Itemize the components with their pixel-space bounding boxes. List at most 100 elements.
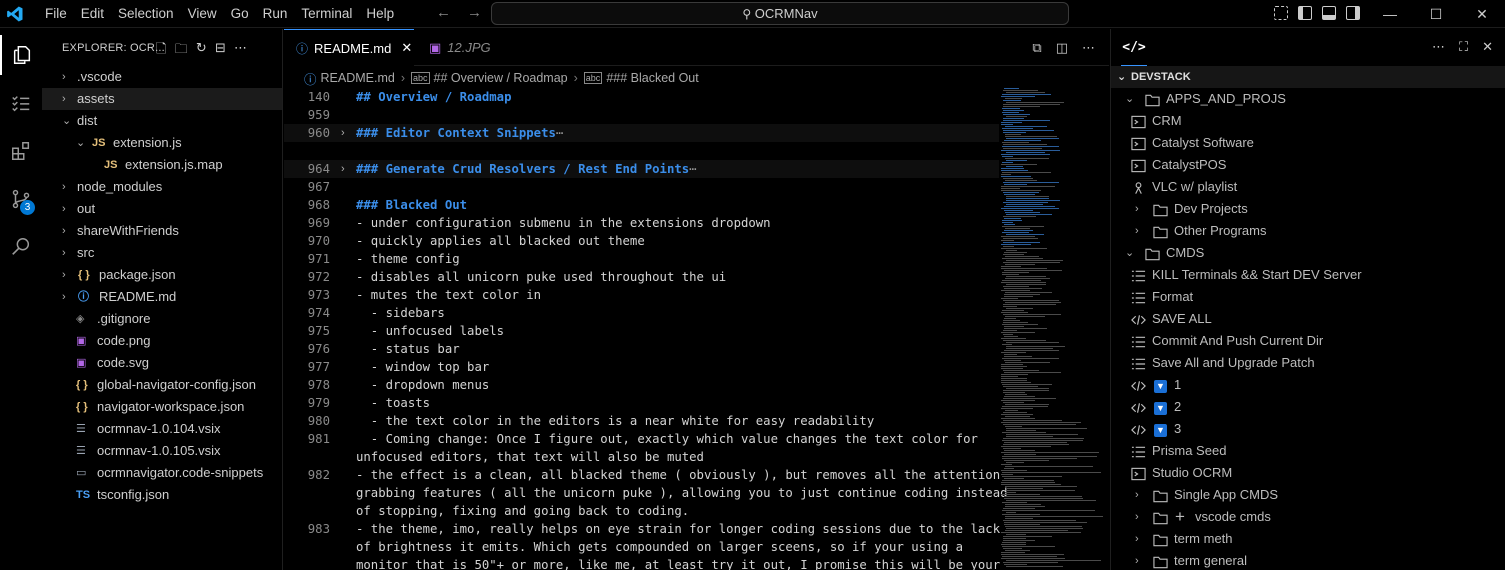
- tree-item[interactable]: › node_modules: [42, 176, 282, 198]
- extensions-activity[interactable]: [0, 131, 42, 171]
- devstack-item[interactable]: ⌄ APPS_AND_PROJS: [1111, 88, 1505, 110]
- minimap-line: [1001, 380, 1027, 381]
- maximize-button[interactable]: ☐: [1413, 0, 1459, 28]
- open-preview-icon[interactable]: ⧉: [1032, 40, 1041, 56]
- menu-view[interactable]: View: [181, 0, 224, 28]
- source-control-activity[interactable]: 3: [0, 179, 42, 219]
- tree-item[interactable]: ⌄ dist: [42, 110, 282, 132]
- tree-item[interactable]: ▣ code.svg: [42, 352, 282, 374]
- toggle-panel-icon[interactable]: [1322, 6, 1336, 20]
- checkbox-icon[interactable]: ▼: [1154, 378, 1167, 393]
- breadcrumb-item[interactable]: ### Blacked Out: [606, 71, 698, 85]
- line-text: unfocused editors, that text will also b…: [356, 450, 704, 464]
- devstack-item[interactable]: › Dev Projects: [1111, 198, 1505, 220]
- checkbox-icon[interactable]: ▼: [1154, 422, 1167, 437]
- tree-item-label: navigator-workspace.json: [97, 399, 245, 414]
- folded-ellipsis-icon[interactable]: ⋯: [556, 126, 563, 140]
- devstack-item[interactable]: Prisma Seed: [1111, 440, 1505, 462]
- minimap-line: [1003, 370, 1039, 371]
- split-editor-icon[interactable]: ◫: [1056, 40, 1068, 56]
- more-actions-icon[interactable]: ⋯: [1432, 39, 1445, 55]
- code-line: 980 - the text color in the editors is a…: [284, 412, 999, 430]
- tree-item[interactable]: ⌄ JS extension.js: [42, 132, 282, 154]
- devstack-section-header[interactable]: ⌄ DEVSTACK: [1111, 66, 1505, 88]
- menu-selection[interactable]: Selection: [111, 0, 181, 28]
- devstack-item[interactable]: CRM: [1111, 110, 1505, 132]
- line-number: 964: [307, 162, 330, 176]
- back-arrow-icon[interactable]: ←: [436, 4, 451, 21]
- tab-image[interactable]: ▣ 12.JPG: [415, 29, 525, 66]
- tree-item[interactable]: › src: [42, 242, 282, 264]
- tree-item[interactable]: ▭ ocrmnavigator.code-snippets: [42, 462, 282, 484]
- minimap[interactable]: [1001, 88, 1109, 570]
- tree-item[interactable]: TS tsconfig.json: [42, 484, 282, 506]
- command-center-search[interactable]: ⚲ OCRMNav: [491, 2, 1069, 25]
- maximize-panel-icon[interactable]: ⛶: [1459, 39, 1468, 55]
- devstack-item[interactable]: Studio OCRM: [1111, 462, 1505, 484]
- menu-go[interactable]: Go: [224, 0, 256, 28]
- breadcrumb-item[interactable]: ## Overview / Roadmap: [434, 71, 568, 85]
- close-panel-icon[interactable]: ✕: [1482, 39, 1493, 55]
- tree-item[interactable]: › assets: [42, 88, 282, 110]
- explorer-activity[interactable]: [0, 35, 42, 75]
- devstack-item[interactable]: ▼ 3: [1111, 418, 1505, 440]
- menu-help[interactable]: Help: [359, 0, 401, 28]
- devstack-item[interactable]: Save All and Upgrade Patch: [1111, 352, 1505, 374]
- search-activity[interactable]: [0, 83, 42, 123]
- devstack-item[interactable]: VLC w/ playlist: [1111, 176, 1505, 198]
- more-actions-icon[interactable]: ⋯: [234, 40, 247, 62]
- devstack-item[interactable]: Format: [1111, 286, 1505, 308]
- menu-terminal[interactable]: Terminal: [294, 0, 359, 28]
- tree-item[interactable]: { } global-navigator-config.json: [42, 374, 282, 396]
- devstack-view-tab[interactable]: </>: [1121, 29, 1147, 66]
- refresh-icon[interactable]: ↻: [196, 40, 207, 62]
- devstack-item[interactable]: CatalystPOS: [1111, 154, 1505, 176]
- menu-edit[interactable]: Edit: [74, 0, 111, 28]
- tree-item[interactable]: JS extension.js.map: [42, 154, 282, 176]
- devstack-item[interactable]: Catalyst Software: [1111, 132, 1505, 154]
- devstack-item[interactable]: › term general: [1111, 550, 1505, 570]
- checkbox-icon[interactable]: ▼: [1154, 400, 1167, 415]
- devstack-item[interactable]: ▼ 1: [1111, 374, 1505, 396]
- tree-item[interactable]: › { } package.json: [42, 264, 282, 286]
- tree-item[interactable]: { } navigator-workspace.json: [42, 396, 282, 418]
- folded-ellipsis-icon[interactable]: ⋯: [689, 162, 696, 176]
- tree-item[interactable]: › ⓘ README.md: [42, 286, 282, 308]
- devstack-item[interactable]: KILL Terminals && Start DEV Server: [1111, 264, 1505, 286]
- customize-layout-icon[interactable]: [1274, 6, 1288, 20]
- toggle-secondary-sidebar-icon[interactable]: [1346, 6, 1360, 20]
- tree-item[interactable]: › shareWithFriends: [42, 220, 282, 242]
- devstack-item[interactable]: › Single App CMDS: [1111, 484, 1505, 506]
- collapse-all-icon[interactable]: ⊟: [215, 40, 226, 62]
- new-file-icon[interactable]: 🗋: [156, 40, 167, 62]
- devstack-item[interactable]: ▼ 2: [1111, 396, 1505, 418]
- fold-chevron-icon[interactable]: ›: [341, 124, 345, 142]
- devstack-item[interactable]: SAVE ALL: [1111, 308, 1505, 330]
- devstack-item[interactable]: ⌄ CMDS: [1111, 242, 1505, 264]
- tab-readme[interactable]: ⓘ README.md ✕: [284, 29, 414, 66]
- tree-item[interactable]: ☰ ocrmnav-1.0.104.vsix: [42, 418, 282, 440]
- devstack-item[interactable]: › term meth: [1111, 528, 1505, 550]
- tree-item[interactable]: › out: [42, 198, 282, 220]
- minimize-button[interactable]: —: [1367, 0, 1413, 28]
- devstack-item[interactable]: › + vscode cmds: [1111, 506, 1505, 528]
- find-activity[interactable]: [0, 227, 42, 267]
- tree-item[interactable]: › .vscode: [42, 66, 282, 88]
- new-folder-icon[interactable]: 🗀: [175, 40, 188, 62]
- minimap-line: [1002, 344, 1012, 345]
- fold-chevron-icon[interactable]: ›: [341, 160, 345, 178]
- close-window-button[interactable]: ✕: [1459, 0, 1505, 28]
- devstack-item[interactable]: › Other Programs: [1111, 220, 1505, 242]
- toggle-primary-sidebar-icon[interactable]: [1298, 6, 1312, 20]
- close-tab-icon[interactable]: ✕: [401, 40, 412, 56]
- forward-arrow-icon[interactable]: →: [467, 4, 482, 21]
- tree-item[interactable]: ☰ ocrmnav-1.0.105.vsix: [42, 440, 282, 462]
- chevron-right-icon: ›: [62, 203, 66, 215]
- devstack-item[interactable]: Commit And Push Current Dir: [1111, 330, 1505, 352]
- menu-file[interactable]: File: [38, 0, 74, 28]
- tree-item[interactable]: ◈ .gitignore: [42, 308, 282, 330]
- breadcrumb-item[interactable]: README.md: [321, 71, 395, 85]
- more-actions-icon[interactable]: ⋯: [1082, 40, 1095, 56]
- menu-run[interactable]: Run: [256, 0, 295, 28]
- tree-item[interactable]: ▣ code.png: [42, 330, 282, 352]
